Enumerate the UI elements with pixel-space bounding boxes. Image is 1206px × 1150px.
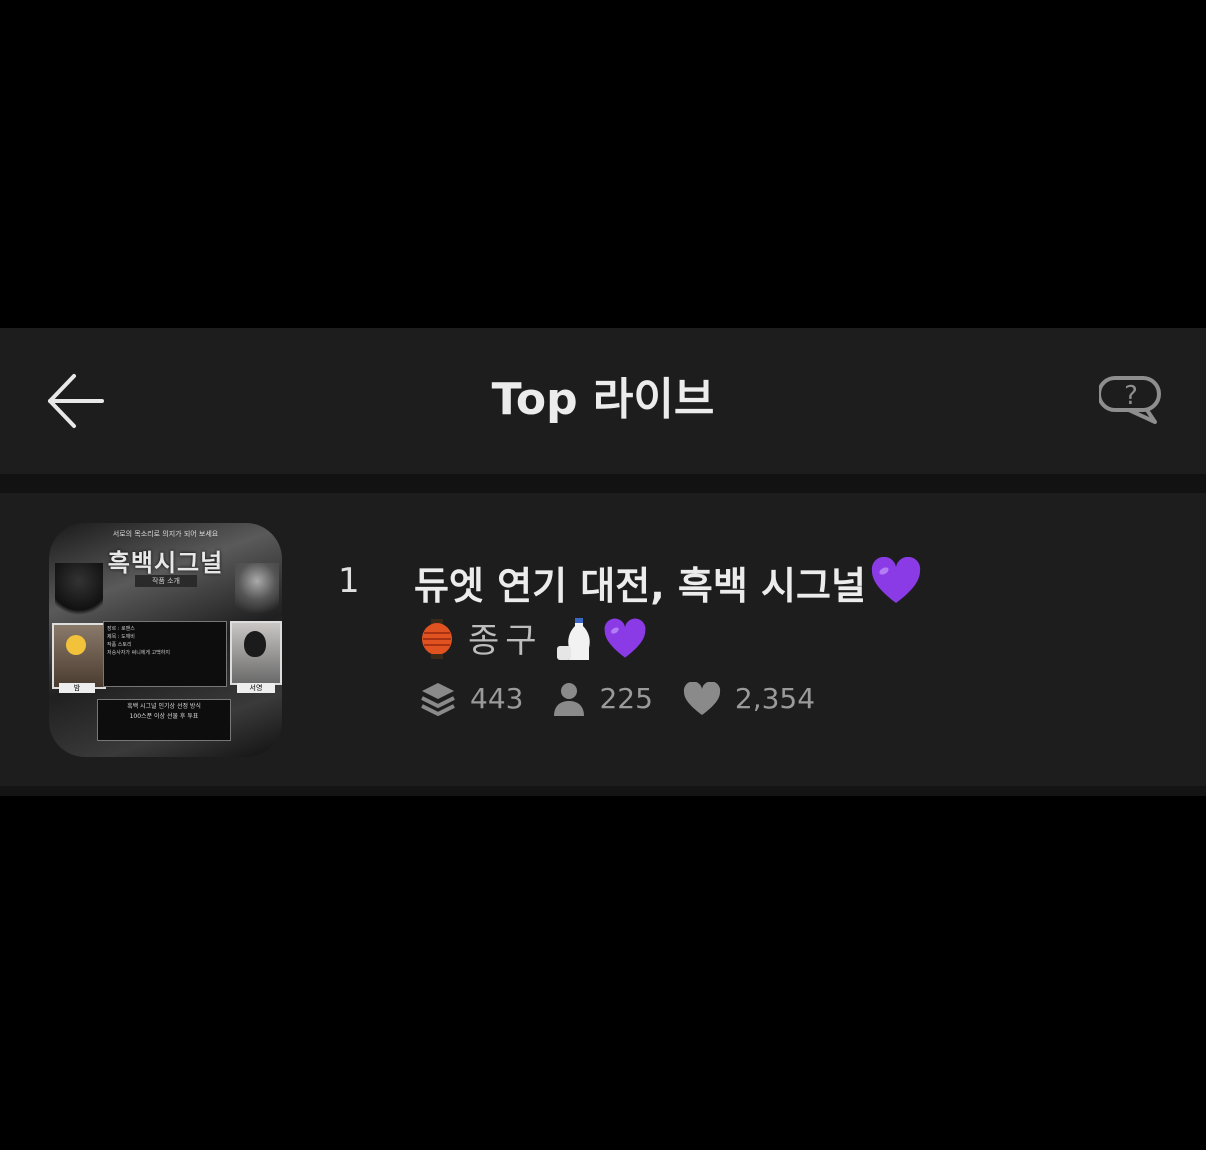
listeners-count: 225 bbox=[599, 682, 653, 715]
thumbnail-rules-box: 흑백 시그널 인기상 선정 방식 100스푼 이상 선물 후 투표 bbox=[97, 699, 231, 741]
purple-heart-icon bbox=[870, 556, 922, 618]
live-title-text: 듀엣 연기 대전, 흑백 시그널 bbox=[414, 564, 866, 608]
stat-likes: 2,354 bbox=[683, 679, 815, 719]
thumbnail-title: 흑백시그널 bbox=[107, 549, 224, 577]
rank-number: 1 bbox=[338, 561, 360, 601]
thumbnail-label-right: 서영 bbox=[237, 683, 275, 693]
list-bottom-divider bbox=[0, 786, 1206, 796]
smiley-face-icon bbox=[66, 635, 86, 655]
likes-count: 2,354 bbox=[734, 682, 816, 715]
host-row: 종구 bbox=[420, 617, 647, 665]
page-title: Top 라이브 bbox=[491, 374, 715, 425]
purple-heart-icon bbox=[603, 618, 647, 664]
thumbnail-photo-right bbox=[230, 621, 282, 685]
thumbnail-top-text: 서로의 목소리로 의지가 되어 보세요 bbox=[112, 530, 219, 538]
live-thumbnail: 서로의 목소리로 의지가 되어 보세요 흑백시그널 작품 소개 밤 장르 : 로… bbox=[49, 523, 282, 757]
help-button[interactable]: ? bbox=[1097, 374, 1163, 428]
live-title: 듀엣 연기 대전, 흑백 시그널 bbox=[414, 556, 922, 618]
thumbnail-info-box: 장르 : 로맨스 제목 : 도깨비 작품 스토리 저승사자가 써니에게 고백하지 bbox=[103, 621, 227, 687]
thumbnail-info-line: 제목 : 도깨비 bbox=[107, 634, 135, 640]
section-divider bbox=[0, 474, 1206, 493]
stat-listeners: 225 bbox=[553, 679, 653, 719]
top-bar: Top 라이브 ? bbox=[0, 328, 1206, 474]
thumbnail-label-left: 밤 bbox=[59, 683, 95, 693]
svg-text:?: ? bbox=[1124, 381, 1138, 411]
stat-layers: 443 bbox=[420, 679, 523, 719]
thumbnail-photo-left bbox=[52, 623, 106, 689]
live-list: 서로의 목소리로 의지가 되어 보세요 흑백시그널 작품 소개 밤 장르 : 로… bbox=[0, 493, 1206, 786]
thumbnail-info-line: 장르 : 로맨스 bbox=[107, 626, 135, 632]
sake-bottle-icon bbox=[555, 616, 599, 666]
thumbnail-info-line: 저승사자가 써니에게 고백하지 bbox=[107, 650, 170, 656]
thumbnail-subtitle: 작품 소개 bbox=[135, 575, 197, 587]
portrait-hair bbox=[244, 631, 266, 657]
thumbnail-rules-line: 100스푼 이상 선물 후 투표 bbox=[129, 713, 199, 720]
list-item[interactable]: 서로의 목소리로 의지가 되어 보세요 흑백시그널 작품 소개 밤 장르 : 로… bbox=[0, 493, 1206, 786]
question-bubble-icon: ? bbox=[1097, 376, 1161, 424]
thumbnail-info-line: 작품 스토리 bbox=[107, 642, 132, 648]
thumbnail-rules-line: 흑백 시그널 인기상 선정 방식 bbox=[127, 703, 201, 710]
layers-count: 443 bbox=[470, 682, 524, 715]
live-stats: 443 225 2,354 bbox=[420, 677, 845, 721]
host-name: 종구 bbox=[468, 621, 543, 661]
person-icon bbox=[554, 683, 585, 716]
heart-icon bbox=[683, 682, 720, 715]
layers-icon bbox=[421, 683, 455, 716]
red-lantern-icon bbox=[420, 617, 454, 665]
